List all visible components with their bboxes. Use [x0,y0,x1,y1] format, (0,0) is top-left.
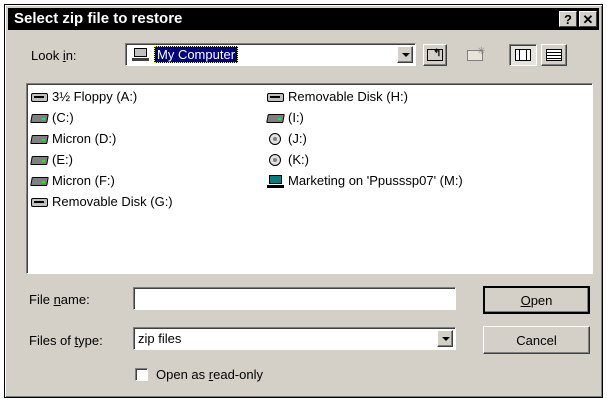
removable-disk-icon [31,196,49,209]
files-of-type-label: Files of type: [29,333,103,348]
hard-drive-icon [30,154,49,167]
hard-drive-icon [266,112,285,125]
drive-item[interactable]: 3½ Floppy (A:) [31,88,137,106]
files-of-type-combo[interactable]: zip files [133,327,456,350]
create-new-folder-button[interactable]: ✳ [463,44,487,66]
chevron-down-icon [442,337,450,341]
drive-label: Micron (F:) [52,173,115,188]
drive-label: 3½ Floppy (A:) [52,89,138,104]
close-button[interactable]: ✕ [579,11,597,27]
file-list[interactable]: 3½ Floppy (A:) (C:) Micron (D:) (E:) Micron … [26,83,593,274]
removable-disk-icon [267,91,285,104]
floppy-drive-icon [31,91,49,104]
file-name-input[interactable] [133,287,456,310]
drive-item[interactable]: (I:) [266,109,304,127]
hard-drive-icon [30,175,49,188]
hard-drive-icon [30,133,49,146]
drive-label: (E:) [52,152,73,167]
open-button[interactable]: Open [483,286,590,314]
list-view-button[interactable] [509,44,537,66]
help-button[interactable]: ? [559,11,577,27]
cd-drive-icon [267,132,285,146]
dialog-window: Select zip file to restore ? ✕ Look in: … [4,4,603,398]
computer-icon [132,48,150,61]
chevron-down-icon [402,53,410,57]
look-in-dropdown-button[interactable] [397,46,413,63]
up-one-level-button[interactable]: ↰ [423,44,447,66]
drive-item[interactable]: Marketing on 'Ppusssp07' (M:) [267,172,463,190]
drive-item[interactable]: Removable Disk (H:) [267,88,408,106]
list-view-icon [515,49,531,61]
title-bar[interactable]: Select zip file to restore ? ✕ [8,8,599,30]
drive-item[interactable]: (J:) [267,130,307,148]
look-in-value: My Computer [154,46,239,63]
look-in-label: Look in: [31,48,77,63]
drive-item[interactable]: Micron (F:) [30,172,115,190]
cancel-button[interactable]: Cancel [483,326,590,354]
drive-item[interactable]: (E:) [30,151,73,169]
drive-label: Marketing on 'Ppusssp07' (M:) [288,173,463,188]
drive-item[interactable]: (K:) [267,151,309,169]
hard-drive-icon [30,112,49,125]
file-name-label: File name: [29,292,90,307]
drive-item[interactable]: (C:) [30,109,74,127]
dialog-title: Select zip file to restore [14,10,183,27]
files-of-type-value: zip files [138,331,182,346]
drive-item[interactable]: Micron (D:) [30,130,117,148]
drive-label: (K:) [288,152,309,167]
cd-drive-icon [267,153,285,167]
drive-label: (C:) [52,110,74,125]
drive-label: Removable Disk (G:) [52,194,173,209]
network-drive-icon [267,174,285,188]
drive-label: (I:) [288,110,304,125]
details-view-icon [546,49,562,61]
read-only-checkbox[interactable] [135,368,148,381]
drive-item[interactable]: Removable Disk (G:) [31,193,173,211]
look-in-combo[interactable]: My Computer [125,43,416,66]
drive-label: Micron (D:) [52,131,117,146]
drive-label: Removable Disk (H:) [288,89,408,104]
read-only-label[interactable]: Open as read-only [156,367,263,382]
files-of-type-dropdown-button[interactable] [437,330,453,347]
details-view-button[interactable] [541,44,567,66]
drive-label: (J:) [288,131,307,146]
